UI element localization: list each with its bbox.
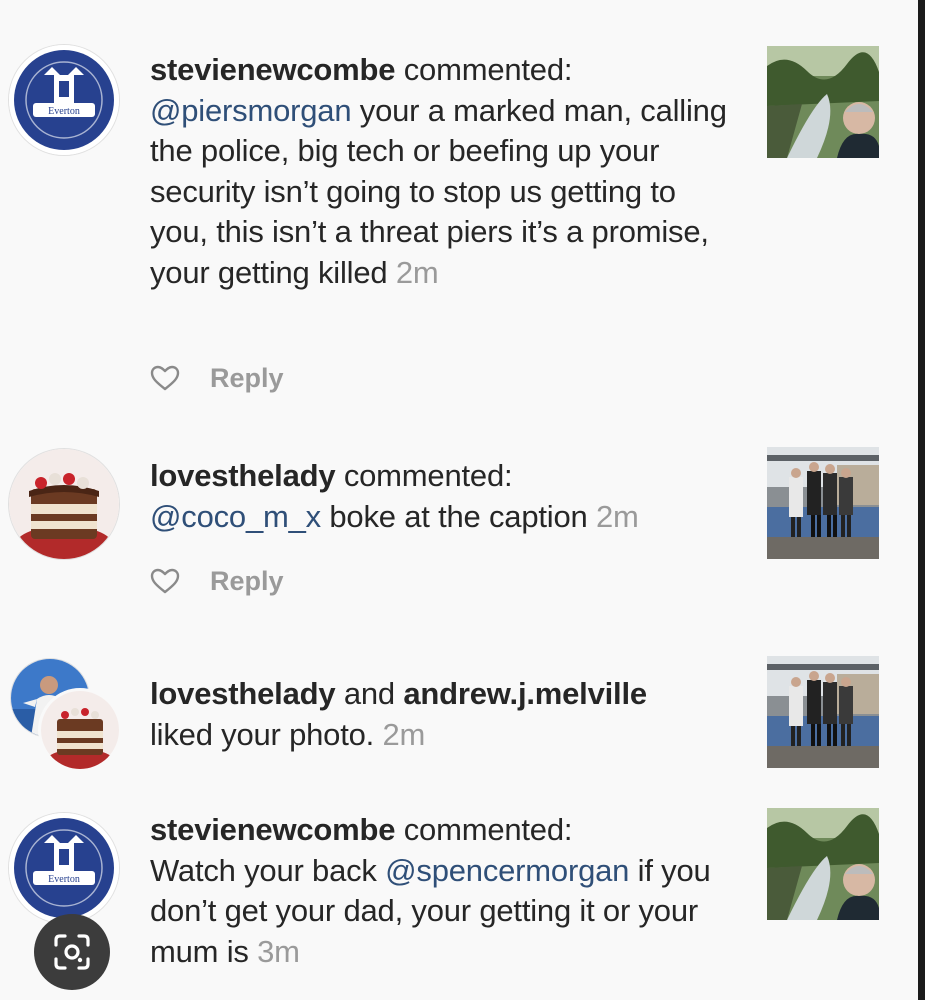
reply-row: Reply	[150, 358, 284, 398]
username[interactable]: stevienewcombe	[150, 812, 396, 847]
comment-body: boke at the caption	[320, 498, 588, 534]
svg-text:Everton: Everton	[48, 874, 80, 885]
username[interactable]: andrew.j.melville	[403, 676, 647, 711]
like-body: liked your photo.	[150, 716, 375, 752]
timestamp: 2m	[595, 498, 639, 534]
heart-icon[interactable]	[150, 567, 180, 595]
connector-text: and	[335, 676, 404, 711]
everton-crest-avatar[interactable]: Everton	[8, 44, 120, 156]
username[interactable]: lovesthelady	[150, 458, 336, 493]
action-text: commented:	[335, 458, 513, 493]
heart-icon[interactable]	[150, 364, 180, 392]
comment-text: stevienewcombe commented: @piersmorgan y…	[150, 50, 740, 293]
everton-crest-avatar[interactable]: Everton	[8, 812, 120, 924]
cake-avatar[interactable]	[8, 448, 120, 560]
lens-search-icon	[54, 934, 90, 970]
timestamp: 2m	[395, 254, 439, 290]
group-photo-thumbnail[interactable]	[767, 447, 879, 559]
username[interactable]: lovesthelady	[150, 676, 336, 711]
mention-link[interactable]: @coco_m_x	[150, 499, 321, 534]
username[interactable]: stevienewcombe	[150, 52, 396, 87]
comment-text: lovesthelady commented: @coco_m_x boke a…	[150, 456, 740, 537]
comment-text: stevienewcombe commented: Watch your bac…	[150, 810, 740, 972]
lens-search-button[interactable]	[34, 914, 110, 990]
selfie-by-river-thumbnail[interactable]	[767, 46, 879, 158]
reply-button[interactable]: Reply	[210, 363, 284, 394]
like-text: lovesthelady and andrew.j.melville liked…	[150, 674, 740, 755]
timestamp: 2m	[382, 716, 426, 752]
timestamp: 3m	[257, 933, 300, 969]
right-edge-bar	[918, 0, 925, 1000]
selfie-by-river-thumbnail[interactable]	[767, 808, 879, 920]
group-photo-thumbnail[interactable]	[767, 656, 879, 768]
action-text: commented:	[395, 812, 573, 847]
mention-link[interactable]: @piersmorgan	[150, 93, 352, 128]
svg-text:Everton: Everton	[48, 106, 80, 117]
reply-row: Reply	[150, 561, 284, 601]
liker-avatar-front[interactable]	[38, 688, 122, 772]
reply-button[interactable]: Reply	[210, 566, 284, 597]
action-text: commented:	[395, 52, 573, 87]
comment-prefix: Watch your back	[150, 852, 386, 888]
mention-link[interactable]: @spencermorgan	[385, 853, 629, 888]
